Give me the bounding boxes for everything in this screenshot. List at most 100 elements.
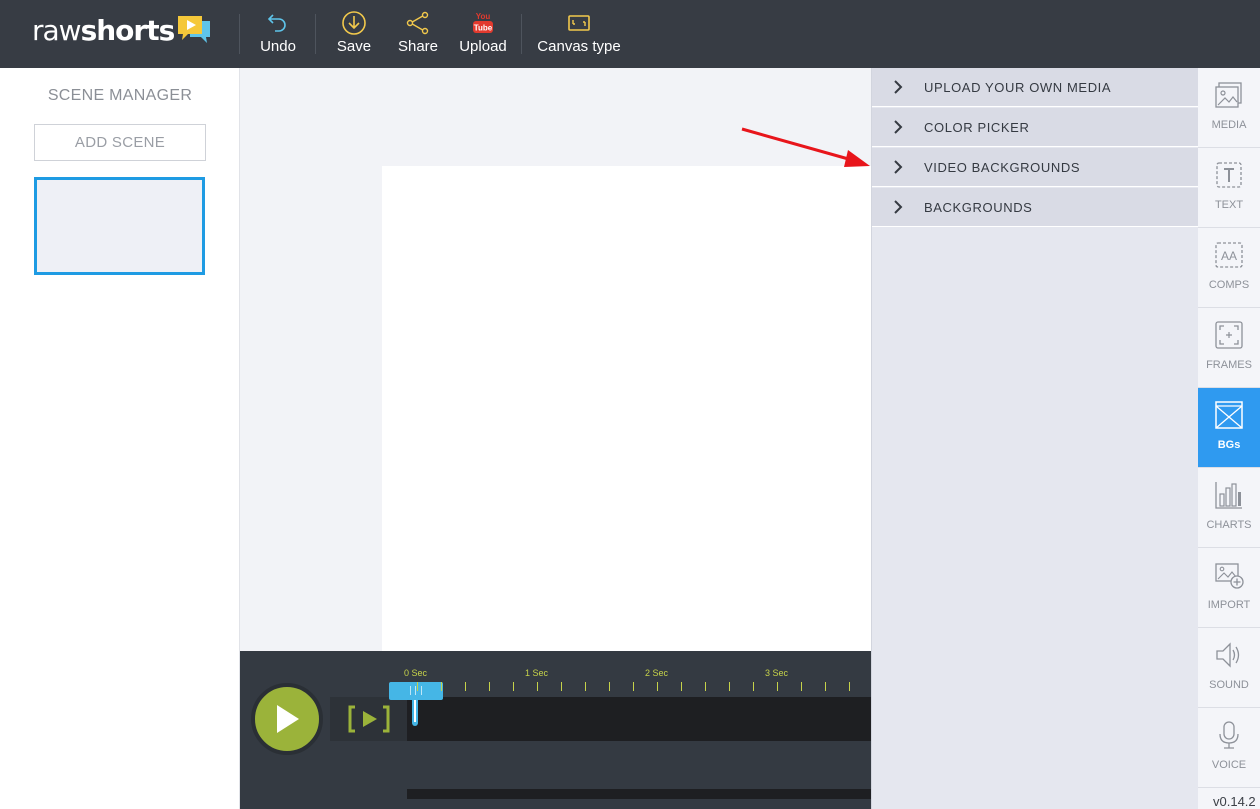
timeline-tick — [609, 682, 610, 691]
tool-label: MEDIA — [1211, 119, 1247, 131]
tool-label: FRAMES — [1206, 359, 1252, 371]
logo-play-bubble-icon — [178, 16, 211, 43]
tool-charts[interactable]: CHARTS — [1198, 468, 1260, 548]
share-icon — [406, 11, 429, 35]
tool-label: VOICE — [1211, 759, 1247, 771]
timeline-track[interactable] — [407, 697, 871, 741]
canvas-type-label: Canvas type — [537, 38, 621, 55]
svg-text:AA: AA — [1221, 249, 1237, 263]
font-comps-icon: AA — [1215, 242, 1243, 268]
save-button[interactable]: Save — [335, 10, 373, 60]
scene-manager-panel: SCENE MANAGER ADD SCENE — [0, 68, 240, 809]
playhead-line — [412, 698, 418, 726]
text-icon — [1216, 162, 1242, 188]
timeline-tick — [441, 682, 442, 691]
version-label: v0.14.2 — [1213, 794, 1256, 809]
tool-label: CHARTS — [1206, 519, 1252, 531]
toolbar-divider — [239, 14, 240, 54]
tool-sound[interactable]: SOUND — [1198, 628, 1260, 708]
tools-sidebar: MEDIA TEXT AA COMPS FRAMES BGs CHARTS IM… — [1198, 68, 1260, 809]
timeline-tick — [729, 682, 730, 691]
chevron-right-icon — [894, 120, 903, 134]
chevron-right-icon — [894, 160, 903, 174]
toolbar-divider — [315, 14, 316, 54]
timeline-tick — [417, 682, 418, 691]
speaker-icon — [1216, 642, 1240, 668]
svg-text:You: You — [476, 12, 491, 21]
microphone-icon — [1219, 721, 1239, 749]
timeline-label-2s: 2 Sec — [645, 668, 669, 678]
timeline-tick — [681, 682, 682, 691]
timeline-tick — [777, 682, 778, 691]
timeline-tick — [513, 682, 514, 691]
share-button[interactable]: Share — [397, 10, 439, 60]
tool-text[interactable]: TEXT — [1198, 148, 1260, 228]
backgrounds-panel: UPLOAD YOUR OWN MEDIA COLOR PICKER VIDEO… — [871, 68, 1199, 809]
accordion-upload-media[interactable]: UPLOAD YOUR OWN MEDIA — [872, 68, 1199, 107]
tool-bgs[interactable]: BGs — [1198, 388, 1260, 468]
chevron-right-icon — [894, 200, 903, 214]
timeline-tick — [633, 682, 634, 691]
chart-icon — [1215, 482, 1242, 509]
accordion-color-picker[interactable]: COLOR PICKER — [872, 108, 1199, 147]
timeline-tick — [657, 682, 658, 691]
tool-import[interactable]: IMPORT — [1198, 548, 1260, 628]
tool-label: COMPS — [1208, 279, 1250, 291]
download-icon — [342, 11, 366, 35]
import-image-icon — [1215, 563, 1244, 589]
timeline-tick — [753, 682, 754, 691]
playhead-grip-icon — [410, 686, 422, 695]
timeline-tick — [561, 682, 562, 691]
timeline-tick — [585, 682, 586, 691]
accordion-label: VIDEO BACKGROUNDS — [924, 159, 1081, 175]
accordion-label: UPLOAD YOUR OWN MEDIA — [924, 79, 1112, 95]
annotation-arrow-icon — [741, 127, 870, 167]
logo-text-shorts: shorts — [80, 14, 176, 47]
share-label: Share — [397, 38, 439, 55]
rawshorts-logo[interactable]: rawshorts — [32, 14, 212, 48]
frame-icon — [1215, 321, 1243, 349]
tool-label: TEXT — [1214, 199, 1244, 211]
tool-voice[interactable]: VOICE — [1198, 708, 1260, 788]
top-toolbar: rawshorts Undo Save Share You Tube Upload — [0, 0, 1260, 68]
chevron-right-icon — [894, 80, 903, 94]
tool-media[interactable]: MEDIA — [1198, 68, 1260, 148]
tool-label: IMPORT — [1207, 599, 1251, 611]
timeline-tick — [537, 682, 538, 691]
tool-comps[interactable]: AA COMPS — [1198, 228, 1260, 308]
timeline-tick — [825, 682, 826, 691]
upload-button[interactable]: You Tube Upload — [457, 10, 509, 60]
undo-icon — [267, 14, 286, 32]
canvas-type-button[interactable]: Canvas type — [536, 10, 622, 60]
timeline-tick — [465, 682, 466, 691]
timeline-tick — [801, 682, 802, 691]
canvas-frame-icon — [568, 15, 590, 31]
tool-label: BGs — [1217, 439, 1241, 451]
scene-manager-title: SCENE MANAGER — [47, 87, 193, 104]
add-scene-button[interactable]: ADD SCENE — [34, 124, 206, 161]
accordion-video-backgrounds[interactable]: VIDEO BACKGROUNDS — [872, 148, 1199, 187]
youtube-icon: You Tube — [473, 12, 493, 33]
timeline-label-1s: 1 Sec — [525, 668, 549, 678]
svg-text:Tube: Tube — [474, 24, 493, 33]
undo-label: Undo — [260, 38, 296, 55]
play-button[interactable] — [251, 683, 323, 755]
toolbar-divider — [521, 14, 522, 54]
timeline-tick — [849, 682, 850, 691]
upload-label: Upload — [459, 38, 507, 55]
accordion-backgrounds[interactable]: BACKGROUNDS — [872, 188, 1199, 227]
background-icon — [1215, 401, 1243, 429]
play-scene-button[interactable] — [330, 697, 408, 741]
image-icon — [1215, 82, 1242, 108]
timeline-label-3s: 3 Sec — [765, 668, 789, 678]
play-bracket-icon — [348, 705, 390, 733]
undo-button[interactable]: Undo — [257, 10, 299, 60]
accordion-label: COLOR PICKER — [924, 119, 1030, 135]
scene-thumbnail[interactable] — [34, 177, 205, 275]
play-icon — [277, 705, 299, 733]
accordion-label: BACKGROUNDS — [924, 199, 1033, 215]
timeline-scrollbar[interactable] — [407, 789, 871, 799]
scene-canvas[interactable] — [382, 166, 871, 651]
logo-text-raw: raw — [32, 14, 82, 47]
tool-frames[interactable]: FRAMES — [1198, 308, 1260, 388]
